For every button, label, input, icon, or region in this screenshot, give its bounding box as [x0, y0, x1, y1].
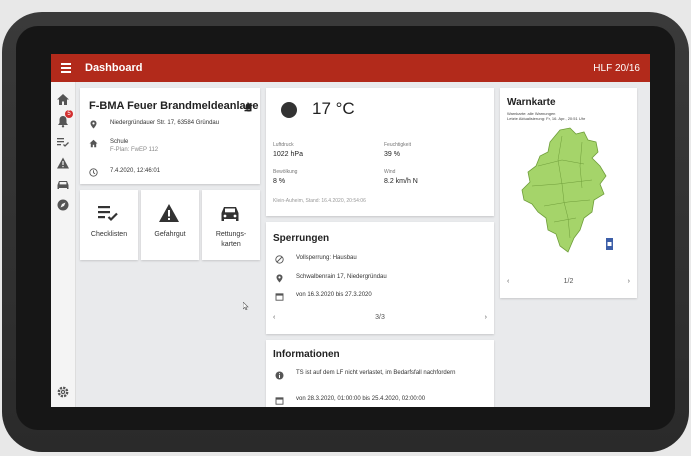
hesse-warning-map[interactable] — [518, 126, 613, 256]
humidity-value: 39 % — [384, 151, 400, 158]
alarm-address-row: Niedergründauer Str. 17, 63584 Gründau — [89, 120, 219, 129]
closures-pager: ‹ 3/3 › — [273, 314, 487, 321]
alarm-badge: 5 — [65, 110, 73, 118]
clock-icon — [89, 168, 98, 177]
vehicle-unit-label: HLF 20/16 — [593, 62, 640, 74]
tile-checklists-label: Checklisten — [90, 231, 128, 238]
warning-map-pager: ‹ 1/2 › — [507, 278, 630, 285]
alarm-title: F-BMA Feuer Brandmeldeanlage — [89, 100, 259, 112]
car-icon[interactable] — [56, 177, 70, 191]
chevron-right-icon[interactable]: › — [485, 314, 487, 321]
closure-address: Schwalbenrain 17, Niedergründau — [296, 274, 387, 280]
screen: Dashboard HLF 20/16 5 F-BMA Feuer Brandm… — [51, 54, 650, 407]
weather-sun-icon — [281, 102, 297, 118]
wind-value: 8.2 km/h N — [384, 178, 418, 185]
information-text-row: TS ist auf dem LF nicht verlastet, im Be… — [275, 369, 465, 380]
temperature: 17 °C — [312, 99, 355, 118]
building-icon — [89, 139, 98, 148]
tile-hazmat[interactable]: Gefahrgut — [141, 190, 199, 260]
alarm-icon[interactable]: 5 — [56, 110, 73, 128]
app-bar: Dashboard HLF 20/16 — [51, 54, 650, 82]
humidity-label: Feuchtigkeit — [384, 142, 411, 148]
information-text: TS ist auf dem LF nicht verlastet, im Be… — [296, 370, 456, 376]
calendar-icon — [275, 396, 284, 405]
alarm-card[interactable]: F-BMA Feuer Brandmeldeanlage Niedergründ… — [80, 88, 260, 184]
checklist-icon[interactable] — [56, 135, 70, 149]
closures-title: Sperrungen — [273, 233, 330, 244]
mouse-cursor-icon — [243, 302, 249, 310]
wind-label: Wind — [384, 169, 396, 175]
information-period: von 28.3.2020, 01:00:00 bis 25.4.2020, 0… — [296, 396, 426, 402]
chevron-right-icon[interactable]: › — [628, 278, 630, 285]
warning-map-page: 1/2 — [563, 278, 574, 285]
calendar-icon — [275, 292, 284, 301]
alarm-datetime: 7.4.2020, 12:46:01 — [110, 168, 161, 174]
blocked-icon — [275, 255, 284, 264]
weather-footer: Klein-Auheim, Stand: 16.4.2020, 20:54:06 — [273, 198, 366, 204]
clouds-label: Bewölkung — [273, 169, 298, 175]
checklist-icon — [97, 202, 119, 224]
pressure-value: 1022 hPa — [273, 151, 303, 158]
alarm-address: Niedergründauer Str. 17, 63584 Gründau — [110, 120, 220, 126]
pressure-label: Luftdruck — [273, 142, 294, 148]
warning-map-title: Warnkarte — [507, 97, 556, 108]
information-card: Informationen TS ist auf dem LF nicht ve… — [266, 340, 494, 407]
alarm-object-plan: F-Plan: FwEP 112 — [110, 147, 159, 153]
closures-card: Sperrungen Vollsperrung: Hausbau Schwalb… — [266, 222, 494, 334]
tile-hazmat-label: Gefahrgut — [154, 231, 186, 238]
tile-checklists[interactable]: Checklisten — [80, 190, 138, 260]
closures-page: 3/3 — [375, 314, 385, 321]
weather-card: 17 °C Luftdruck 1022 hPa Feuchtigkeit 39… — [266, 88, 494, 216]
warning-icon[interactable] — [56, 156, 70, 170]
menu-icon[interactable] — [61, 63, 77, 73]
location-pin-icon — [275, 274, 284, 283]
tile-rescue-cards-label: Rettungs- karten — [215, 231, 247, 248]
compass-icon[interactable] — [56, 198, 70, 212]
closure-type: Vollsperrung: Hausbau — [296, 255, 357, 261]
chevron-left-icon[interactable]: ‹ — [273, 314, 275, 321]
closure-period: von 16.3.2020 bis 27.3.2020 — [296, 292, 372, 298]
clouds-value: 8 % — [273, 178, 286, 185]
location-pin-icon — [89, 120, 98, 129]
closure-period-row: von 16.3.2020 bis 27.3.2020 — [275, 292, 372, 301]
information-period-row: von 28.3.2020, 01:00:00 bis 25.4.2020, 0… — [275, 396, 425, 405]
warning-icon — [158, 202, 180, 224]
alarm-object-name: Schule — [110, 139, 129, 145]
home-icon[interactable] — [56, 93, 70, 107]
alarm-time-row: 7.4.2020, 12:46:01 — [89, 168, 160, 177]
siren-icon — [243, 99, 253, 112]
closure-type-row: Vollsperrung: Hausbau — [275, 255, 357, 264]
info-icon — [275, 371, 284, 380]
warning-map-caption-2: Letzte Aktualisierung: Fr, 16. Apr., 20:… — [507, 116, 586, 121]
chevron-left-icon[interactable]: ‹ — [507, 278, 509, 285]
settings-icon[interactable] — [56, 385, 70, 399]
alarm-object-row: Schule F-Plan: FwEP 112 — [89, 139, 158, 153]
nav-rail: 5 — [51, 82, 76, 407]
page-title: Dashboard — [85, 62, 143, 74]
car-icon — [219, 202, 241, 224]
warning-map-card: Warnkarte Warnkarte: alle Warnungen Letz… — [500, 88, 637, 298]
tile-rescue-cards[interactable]: Rettungs- karten — [202, 190, 260, 260]
closure-address-row: Schwalbenrain 17, Niedergründau — [275, 274, 387, 283]
information-title: Informationen — [273, 349, 340, 360]
